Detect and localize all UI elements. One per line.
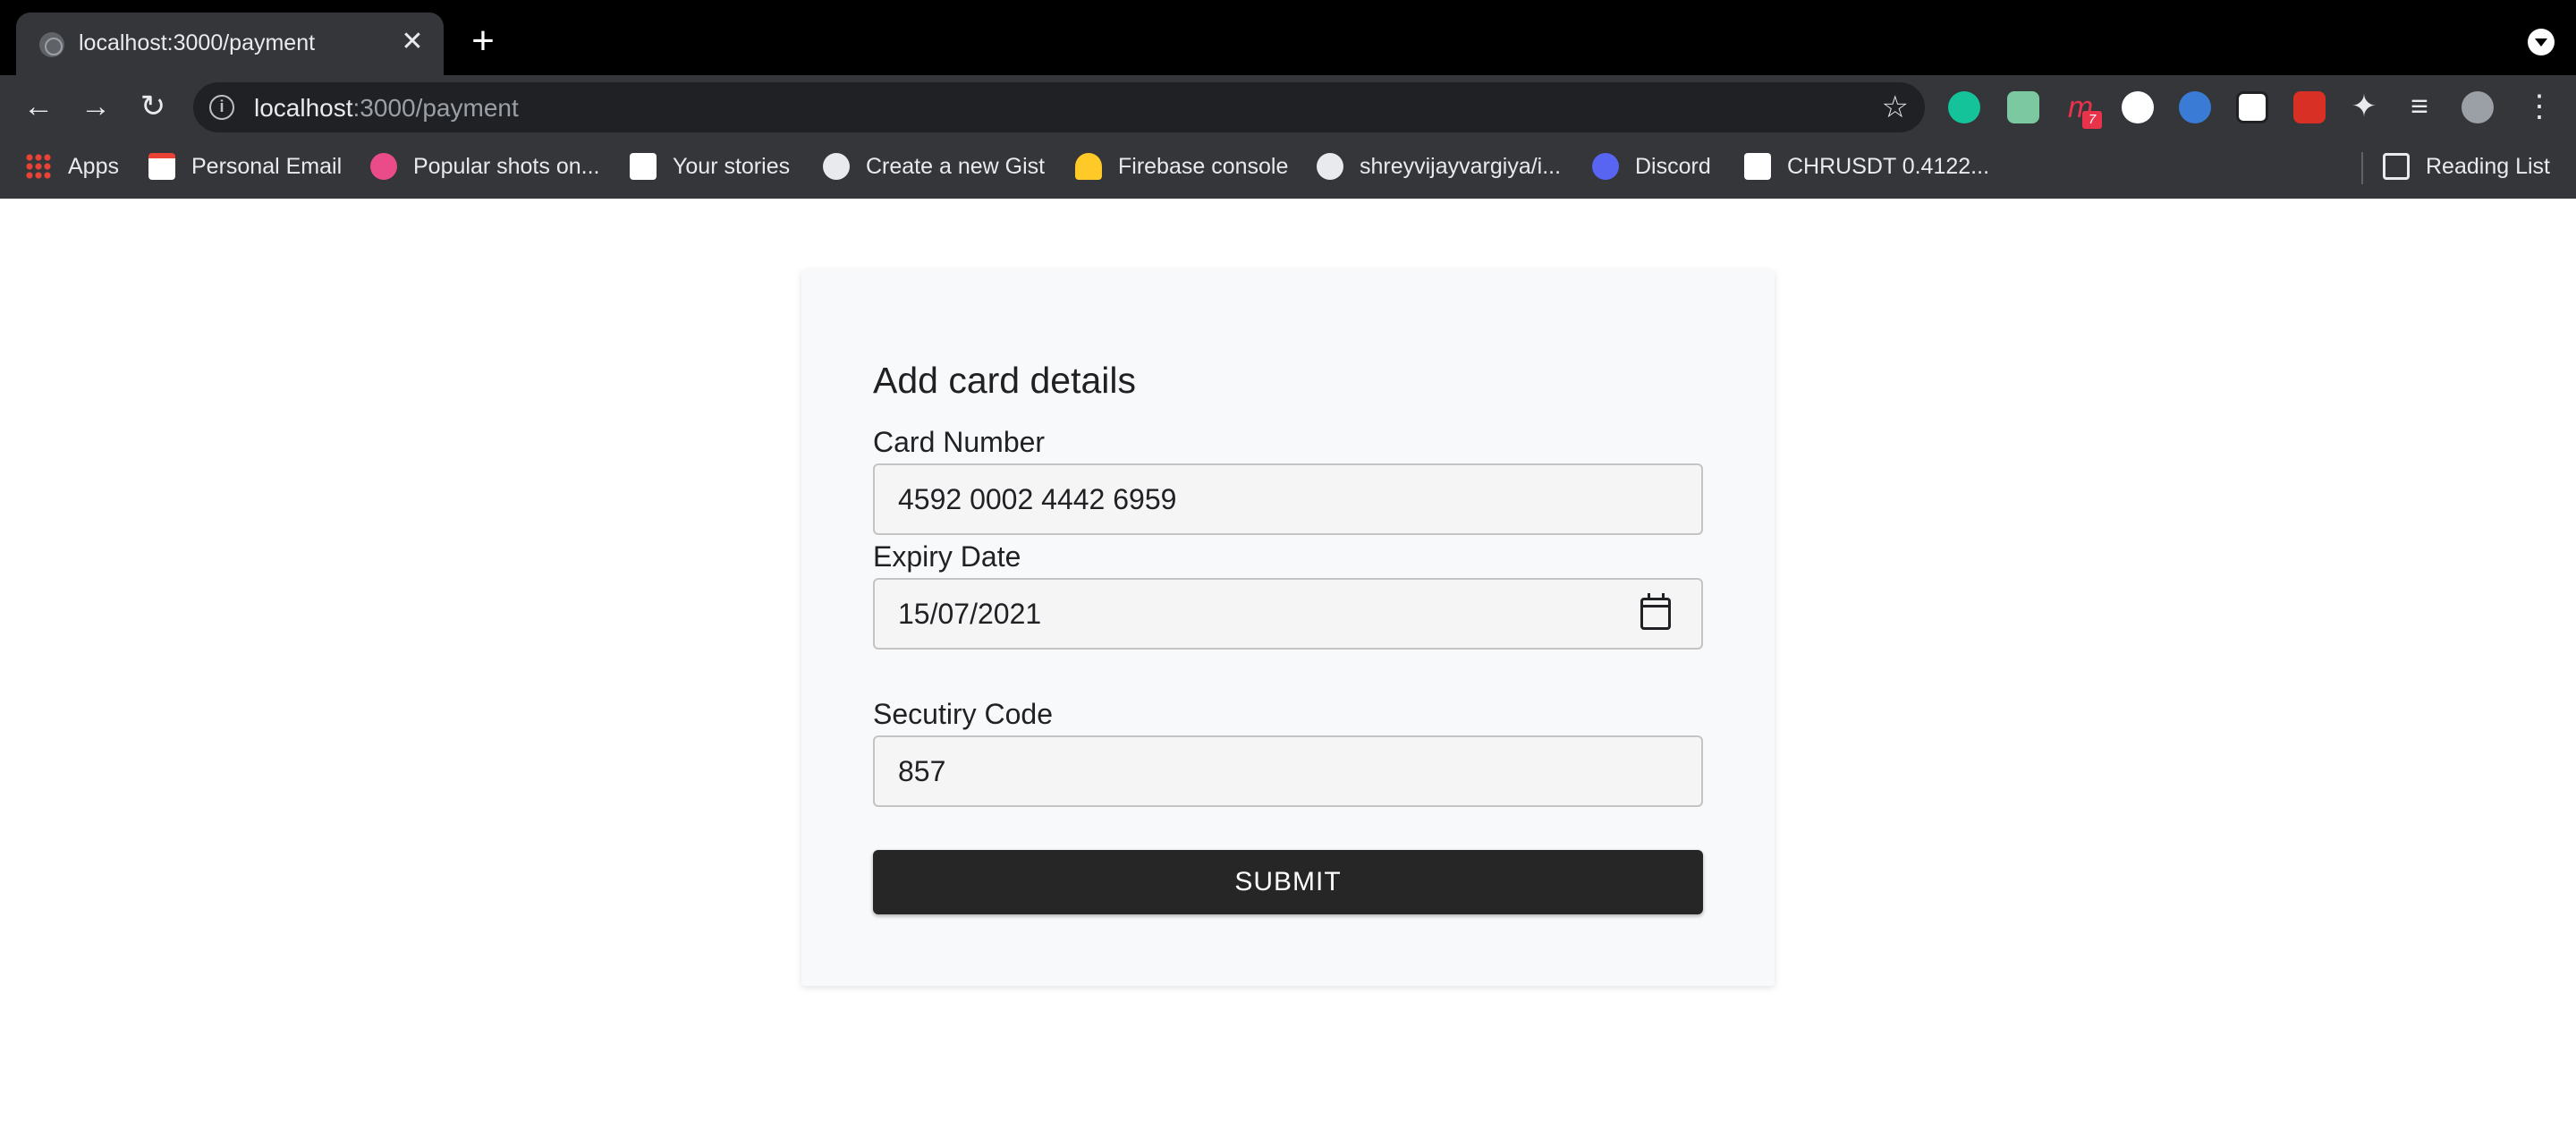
code-extension-icon[interactable] xyxy=(2122,91,2154,123)
card-number-value: 4592 0002 4442 6959 xyxy=(898,483,1177,515)
bookmarks-bar: Apps Personal Email Popular shots on... … xyxy=(0,138,2576,199)
card-number-label: Card Number xyxy=(873,426,1046,458)
gmail-icon xyxy=(148,153,175,180)
bookmark-personal-email[interactable]: Personal Email xyxy=(148,150,342,183)
bookmark-label: Personal Email xyxy=(191,153,343,179)
reading-list-button[interactable]: Reading List xyxy=(2383,150,2550,183)
security-code-value: 857 xyxy=(898,755,946,787)
github-icon xyxy=(1317,153,1343,180)
github-icon xyxy=(823,153,850,180)
reading-list-queue-icon[interactable]: ≡ xyxy=(2406,88,2433,125)
expiry-date-value: 15/07/2021 xyxy=(898,598,1042,630)
form-heading: Add card details xyxy=(873,360,1137,401)
payment-card-form: Add card details Card Number 4592 0002 4… xyxy=(801,270,1775,986)
bookmark-firebase-console[interactable]: Firebase console xyxy=(1075,150,1288,183)
bookmark-discord[interactable]: Discord xyxy=(1592,150,1711,183)
address-url: localhost:3000/payment xyxy=(254,94,519,123)
grammarly-icon[interactable] xyxy=(1948,91,1980,123)
extension-badge: 7 xyxy=(2082,111,2102,129)
bookmark-create-gist[interactable]: Create a new Gist xyxy=(823,150,1045,183)
browser-tab[interactable]: localhost:3000/payment ✕ xyxy=(16,13,444,75)
bookmark-label: CHRUSDT 0.4122... xyxy=(1787,153,1990,179)
globe-extension-icon[interactable] xyxy=(2179,91,2211,123)
profile-avatar[interactable] xyxy=(2462,91,2494,123)
calendar-icon[interactable] xyxy=(1640,593,1671,630)
bookmark-label: Your stories xyxy=(673,153,791,179)
bookmark-popular-shots[interactable]: Popular shots on... xyxy=(370,150,599,183)
forward-button[interactable]: → xyxy=(77,88,114,125)
red-extension-icon[interactable] xyxy=(2293,91,2326,123)
bookmark-apps[interactable]: Apps xyxy=(25,150,119,183)
reload-button[interactable]: ↻ xyxy=(134,88,172,125)
bookmark-label: Popular shots on... xyxy=(413,153,600,179)
expiry-date-label: Expiry Date xyxy=(873,540,1021,573)
tab-search-icon[interactable] xyxy=(2528,29,2555,55)
bookmark-shreyvijayvargiya[interactable]: shreyvijayvargiya/i... xyxy=(1317,150,1561,183)
notion-icon[interactable] xyxy=(2236,91,2268,123)
security-code-input[interactable]: 857 xyxy=(873,735,1703,807)
medium-icon xyxy=(630,153,657,180)
apps-grid-icon xyxy=(25,153,52,180)
security-code-label: Secutiry Code xyxy=(873,698,1053,730)
url-host: localhost xyxy=(254,94,353,122)
bookmark-label: shreyvijayvargiya/i... xyxy=(1360,153,1562,179)
card-number-input[interactable]: 4592 0002 4442 6959 xyxy=(873,463,1703,535)
bookmark-label: Apps xyxy=(68,153,119,179)
site-info-icon[interactable]: i xyxy=(209,95,234,120)
tab-title: localhost:3000/payment xyxy=(79,30,316,55)
bookmark-your-stories[interactable]: Your stories xyxy=(630,150,790,183)
bookmark-label: Discord xyxy=(1635,153,1711,179)
more-menu-icon[interactable]: ⋮ xyxy=(2524,88,2555,125)
browser-toolbar: ← → ↻ i localhost:3000/payment ☆ m7 ✦ ≡ … xyxy=(0,75,2576,138)
bookmark-label: Firebase console xyxy=(1118,153,1289,179)
globe-favicon-icon xyxy=(39,32,64,57)
bookmark-star-icon[interactable]: ☆ xyxy=(1882,89,1909,125)
new-tab-button[interactable]: + xyxy=(465,21,501,61)
bookmark-label: Create a new Gist xyxy=(866,153,1046,179)
puzzle-icon[interactable]: ✦ xyxy=(2351,88,2377,125)
m-extension-icon[interactable]: m7 xyxy=(2064,91,2102,129)
bookmarks-separator xyxy=(2361,152,2363,184)
address-bar[interactable]: i localhost:3000/payment ☆ xyxy=(193,82,1925,132)
reading-list-label: Reading List xyxy=(2426,153,2550,179)
tradingview-icon xyxy=(1744,153,1771,180)
discord-icon xyxy=(1592,153,1619,180)
firebase-icon xyxy=(1075,153,1102,180)
url-path: :3000/payment xyxy=(352,94,519,122)
reading-list-icon xyxy=(2383,153,2410,180)
mail-extension-icon[interactable] xyxy=(2007,91,2039,123)
back-button[interactable]: ← xyxy=(20,88,57,125)
tab-strip: localhost:3000/payment ✕ + xyxy=(0,0,2576,75)
expiry-date-input[interactable]: 15/07/2021 xyxy=(873,578,1703,650)
dribbble-icon xyxy=(370,153,397,180)
tab-close-icon[interactable]: ✕ xyxy=(397,27,428,57)
submit-button[interactable]: SUBMIT xyxy=(873,850,1703,914)
bookmark-chrusdt[interactable]: CHRUSDT 0.4122... xyxy=(1744,150,1989,183)
